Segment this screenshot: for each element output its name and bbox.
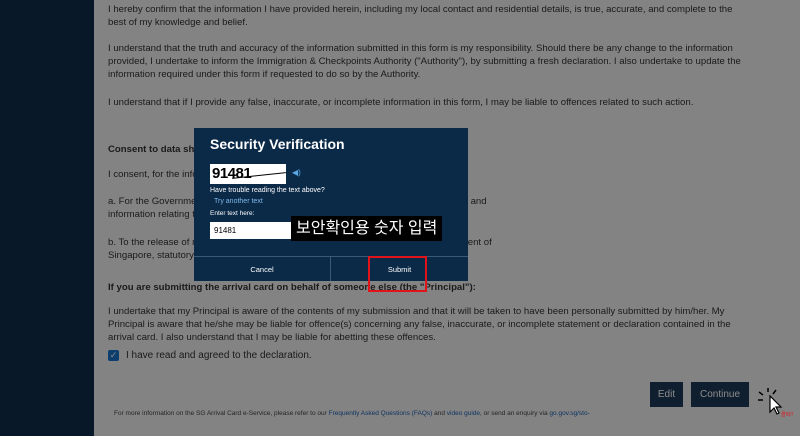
cancel-button[interactable]: Cancel (194, 257, 330, 281)
captcha-image: 91481 (210, 164, 286, 184)
annotation-caption: 보안확인용 숫자 입력 (291, 216, 443, 241)
speaker-icon[interactable]: ◀) (292, 167, 304, 179)
captcha-text: 91481 (212, 165, 252, 182)
submit-highlight-box (368, 256, 427, 292)
captcha-input[interactable] (210, 222, 294, 239)
captcha-input-label: Enter text here: (210, 210, 255, 217)
try-another-text-link[interactable]: Try another text (214, 198, 263, 205)
dialog-title: Security Verification (210, 136, 345, 152)
click-label: 클릭!! (781, 412, 793, 418)
captcha-help-text: Have trouble reading the text above? (210, 187, 325, 194)
